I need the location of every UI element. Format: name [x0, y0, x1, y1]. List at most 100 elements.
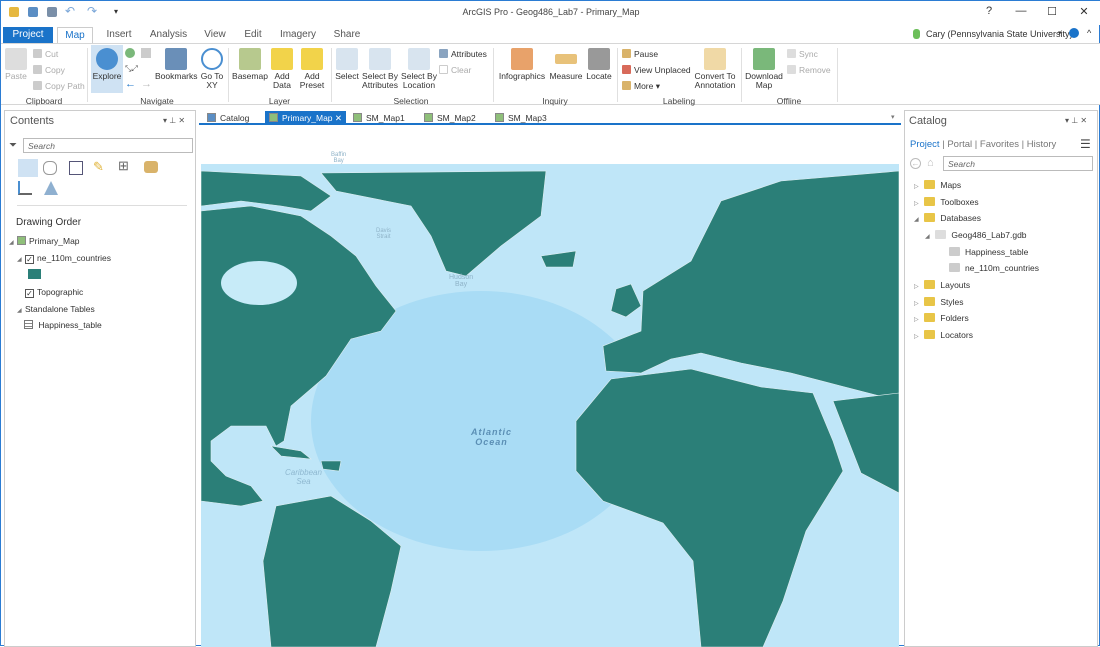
list-by-labeling-icon[interactable] — [144, 161, 158, 173]
go-to-xy-icon — [201, 48, 223, 70]
layer-symbol-swatch[interactable] — [28, 269, 41, 279]
catalog-item-locators[interactable]: ▷ Locators — [914, 330, 973, 340]
select-by-location-button[interactable]: Select By Location — [400, 48, 438, 90]
home-icon[interactable]: ⌂ — [927, 157, 934, 169]
contents-search-input[interactable]: Search — [23, 138, 193, 153]
tab-analysis[interactable]: Analysis — [146, 27, 191, 43]
doc-tab-primary-map[interactable]: Primary_Map ✕ — [265, 111, 347, 125]
maximize-button[interactable]: ☐ — [1042, 5, 1062, 18]
infographics-button[interactable]: Infographics — [498, 48, 546, 81]
back-icon[interactable]: ← — [910, 158, 921, 169]
doc-tab-sm-map3[interactable]: SM_Map3 — [491, 111, 551, 125]
catalog-tabs: Project | Portal | Favorites | History — [910, 139, 1057, 150]
close-button[interactable]: ✕ — [1074, 5, 1094, 18]
window-title: ArcGIS Pro - Geog486_Lab7 - Primary_Map — [462, 7, 640, 17]
list-by-perspective-icon[interactable] — [44, 181, 58, 195]
list-by-source-icon[interactable] — [43, 161, 57, 175]
basemap-button[interactable]: Basemap — [232, 48, 268, 81]
forward-icon[interactable]: → — [141, 78, 152, 90]
pane-options-icon[interactable]: ▾ ⊥ ✕ — [163, 116, 185, 125]
remove-button[interactable]: Remove — [787, 65, 831, 75]
doc-tab-catalog[interactable]: Catalog — [203, 111, 253, 125]
tab-edit[interactable]: Edit — [239, 27, 267, 43]
catalog-tab-history[interactable]: History — [1027, 139, 1057, 150]
tree-item-basemap[interactable]: ✓ Topographic — [17, 287, 83, 298]
catalog-item-countries[interactable]: ne_110m_countries — [949, 263, 1039, 273]
catalog-tab-portal[interactable]: Portal — [947, 139, 972, 150]
user-name[interactable]: Cary (Pennsylvania State University) — [926, 29, 1073, 39]
catalog-tab-project[interactable]: Project — [910, 139, 940, 150]
catalog-item-databases[interactable]: ◢ Databases — [914, 213, 981, 223]
convert-to-annotation-button[interactable]: Convert To Annotation — [693, 48, 737, 90]
help-button[interactable]: ? — [979, 5, 999, 17]
tree-item-primary-map[interactable]: ◢ Primary_Map — [9, 236, 80, 246]
pause-labeling-button[interactable]: Pause — [622, 49, 658, 59]
group-navigate: Navigate — [140, 96, 174, 106]
tab-imagery[interactable]: Imagery — [276, 27, 320, 43]
filter-icon[interactable]: ⏷ — [9, 140, 17, 151]
tree-item-layer[interactable]: ◢ ✓ ne_110m_countries — [17, 253, 111, 264]
view-unplaced-button[interactable]: View Unplaced — [622, 65, 691, 75]
document-tabs: Catalog Primary_Map ✕ SM_Map1 SM_Map2 SM… — [199, 111, 901, 125]
catalog-search-input[interactable]: Search — [943, 156, 1093, 171]
more-labeling-button[interactable]: More ▾ — [622, 81, 660, 92]
measure-button[interactable]: Measure — [549, 48, 583, 81]
user-dropdown-icon[interactable]: ▾ — [1058, 29, 1062, 37]
menu-icon[interactable]: ☰ — [1080, 137, 1091, 151]
notification-icon[interactable] — [1069, 28, 1079, 38]
basemap-visibility-checkbox[interactable]: ✓ — [25, 289, 34, 298]
tree-item-table[interactable]: Happiness_table — [24, 320, 102, 330]
select-by-attributes-button[interactable]: Select By Attributes — [361, 48, 399, 90]
go-to-xy-button[interactable]: Go To XY — [200, 48, 224, 90]
add-preset-button[interactable]: Add Preset — [297, 48, 327, 90]
full-extent-icon[interactable] — [125, 48, 135, 58]
minimize-button[interactable]: — — [1011, 5, 1031, 17]
catalog-tab-favorites[interactable]: Favorites — [980, 139, 1019, 150]
catalog-item-happiness-table[interactable]: Happiness_table — [949, 247, 1028, 257]
catalog-item-layouts[interactable]: ▷ Layouts — [914, 280, 970, 290]
sync-button[interactable]: Sync — [787, 49, 818, 59]
select-button[interactable]: Select — [334, 48, 360, 81]
list-by-drawing-order-icon[interactable] — [18, 159, 38, 177]
doc-tab-sm-map2[interactable]: SM_Map2 — [420, 111, 480, 125]
collapse-ribbon-icon[interactable]: ^ — [1087, 28, 1091, 38]
catalog-item-maps[interactable]: ▷ Maps — [914, 180, 961, 190]
tab-view[interactable]: View — [199, 27, 231, 43]
map-view[interactable]: Hudson Bay Baffin Bay Davis Strait Atlantic… — [201, 127, 899, 647]
tab-map[interactable]: Map — [57, 27, 93, 43]
list-by-editing-icon[interactable]: ✎ — [93, 159, 104, 175]
previous-extent-icon[interactable] — [141, 48, 151, 58]
catalog-item-gdb[interactable]: ◢ Geog486_Lab7.gdb — [925, 230, 1027, 240]
pause-icon — [622, 49, 631, 58]
attributes-button[interactable]: Attributes — [439, 49, 487, 59]
doc-tab-sm-map1[interactable]: SM_Map1 — [349, 111, 409, 125]
explore-button[interactable]: Explore — [91, 45, 123, 93]
list-charts-icon[interactable] — [18, 181, 32, 195]
add-data-button[interactable]: Add Data — [269, 48, 295, 90]
tab-insert[interactable]: Insert — [101, 27, 137, 43]
locate-button[interactable]: Locate — [585, 48, 613, 81]
folder-icon — [924, 280, 936, 289]
catalog-item-styles[interactable]: ▷ Styles — [914, 297, 964, 307]
download-map-button[interactable]: Download Map — [744, 48, 784, 90]
hudson-bay — [221, 261, 297, 305]
pane-options-icon[interactable]: ▾ ⊥ ✕ — [1065, 116, 1087, 125]
tree-item-standalone-tables[interactable]: ◢ Standalone Tables — [17, 304, 95, 314]
close-tab-icon[interactable]: ✕ — [335, 113, 342, 123]
cut-button[interactable]: Cut — [33, 49, 58, 59]
paste-button[interactable]: Paste — [4, 48, 28, 81]
list-by-snapping-icon[interactable]: ⊞ — [118, 158, 129, 174]
tab-list-dropdown-icon[interactable]: ▾ — [891, 113, 895, 121]
catalog-item-toolboxes[interactable]: ▷ Toolboxes — [914, 197, 979, 207]
copy-button[interactable]: Copy — [33, 65, 65, 75]
list-by-selection-icon[interactable] — [69, 161, 83, 175]
catalog-item-folders[interactable]: ▷ Folders — [914, 313, 969, 323]
back-icon[interactable]: ← — [125, 78, 136, 90]
clear-button[interactable]: Clear — [439, 65, 471, 75]
copy-path-button[interactable]: Copy Path — [33, 81, 85, 91]
fixed-zoom-icon[interactable]: ⤡⤢ — [125, 64, 151, 74]
bookmarks-button[interactable]: Bookmarks — [155, 48, 198, 81]
layer-visibility-checkbox[interactable]: ✓ — [25, 255, 34, 264]
tab-project[interactable]: Project — [3, 27, 53, 43]
tab-share[interactable]: Share — [329, 27, 365, 43]
